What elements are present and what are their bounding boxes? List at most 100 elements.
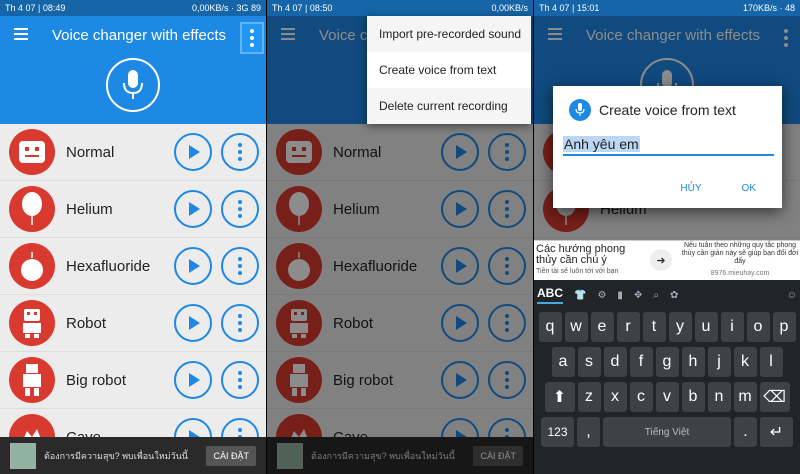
key-m[interactable]: m (733, 382, 757, 412)
feng-shui-ad[interactable]: Các hướng phong thủy cần chú ý Tiền tài … (534, 240, 800, 280)
voice-row-big-robot[interactable]: Big robot (0, 352, 266, 409)
play-icon (189, 259, 200, 273)
key-y[interactable]: y (668, 312, 692, 342)
voice-options-button[interactable] (221, 190, 259, 228)
menu-item-create-from-text[interactable]: Create voice from text (367, 52, 531, 88)
sticker-icon[interactable]: ✿ (670, 290, 678, 301)
key-j[interactable]: j (707, 347, 731, 377)
period-key[interactable]: . (734, 417, 757, 447)
key-l[interactable]: l (759, 347, 783, 377)
key-n[interactable]: n (707, 382, 731, 412)
more-vert-icon (238, 314, 242, 332)
voice-row-normal[interactable]: Normal (0, 124, 266, 181)
status-time: Th 4 07 | 15:01 (539, 3, 600, 13)
menu-item-delete-recording[interactable]: Delete current recording (367, 88, 531, 124)
selected-text: Anh yêu em (563, 136, 640, 152)
banner-link[interactable]: 8976.mieuhay.com (680, 270, 800, 277)
key-z[interactable]: z (577, 382, 601, 412)
key-d[interactable]: d (603, 347, 627, 377)
voice-options-button[interactable] (221, 133, 259, 171)
key-w[interactable]: w (564, 312, 588, 342)
balloon-icon (9, 186, 55, 232)
comma-key[interactable]: , (577, 417, 600, 447)
banner-description: Nếu tuân theo những quy tắc phong thủy c… (681, 242, 799, 265)
overflow-menu-button[interactable] (240, 22, 264, 54)
status-indicators: 170KB/s · 48 (742, 3, 795, 13)
keyboard-keys: qwertyuiop asdfghjkl ⬆ z x c v b n m ⌫ 123 , Tiế… (534, 310, 800, 447)
emoji-icon[interactable]: ☺ (787, 290, 797, 301)
play-button[interactable] (174, 304, 212, 342)
key-t[interactable]: t (642, 312, 666, 342)
backspace-icon[interactable]: ⌫ (759, 382, 790, 412)
key-u[interactable]: u (694, 312, 718, 342)
status-indicators: 0,00KB/s (491, 3, 528, 13)
key-x[interactable]: x (603, 382, 627, 412)
key-q[interactable]: q (538, 312, 562, 342)
search-icon[interactable]: ⌕ (653, 290, 659, 301)
ad-install-button[interactable]: CÀI ĐẶT (206, 445, 256, 466)
status-time: Th 4 07 | 08:50 (272, 3, 333, 13)
key-row-1: qwertyuiop (536, 312, 798, 342)
voice-options-button[interactable] (221, 361, 259, 399)
status-bar: Th 4 07 | 15:01 170KB/s · 48 (534, 0, 800, 16)
play-button[interactable] (174, 133, 212, 171)
screen-text-dialog: Th 4 07 | 15:01 170KB/s · 48 Voice chang… (534, 0, 800, 474)
key-b[interactable]: b (681, 382, 705, 412)
numbers-key[interactable]: 123 (541, 417, 574, 447)
dialog-title: Create voice from text (599, 102, 736, 118)
create-voice-dialog: Create voice from text Anh yêu em HỦY OK (553, 86, 782, 208)
play-button[interactable] (174, 247, 212, 285)
cancel-button[interactable]: HỦY (680, 183, 701, 194)
text-input[interactable]: Anh yêu em (563, 136, 774, 156)
voice-options-button[interactable] (221, 247, 259, 285)
screen-main: Th 4 07 | 08:49 0,00KB/s · 3G 89 Voice c… (0, 0, 266, 474)
voice-name: Helium (66, 200, 113, 218)
ok-button[interactable]: OK (742, 183, 756, 194)
voice-row-robot[interactable]: Robot (0, 295, 266, 352)
enter-icon[interactable]: ↵ (760, 417, 793, 447)
keyboard-toolbar: ABC 👕 ⚙ ▮ ✥ ⌕ ✿ ☺ (534, 280, 800, 310)
key-p[interactable]: p (772, 312, 796, 342)
record-button[interactable] (106, 58, 160, 112)
gear-icon[interactable]: ⚙ (597, 290, 606, 301)
ad-image (10, 442, 36, 469)
banner-title: Các hướng phong thủy cần chú ý (536, 243, 626, 266)
key-g[interactable]: g (655, 347, 679, 377)
key-v[interactable]: v (655, 382, 679, 412)
key-e[interactable]: e (590, 312, 614, 342)
play-button[interactable] (174, 361, 212, 399)
theme-icon[interactable]: 👕 (574, 290, 586, 301)
key-row-4: 123 , Tiếng Việt . ↵ (536, 417, 798, 447)
key-row-3: ⬆ z x c v b n m ⌫ (536, 382, 798, 412)
move-icon[interactable]: ✥ (634, 290, 642, 301)
more-vert-icon (238, 143, 242, 161)
voice-row-hexafluoride[interactable]: Hexafluoride (0, 238, 266, 295)
voice-name: Big robot (66, 371, 127, 389)
key-f[interactable]: f (629, 347, 653, 377)
key-a[interactable]: a (551, 347, 575, 377)
key-i[interactable]: i (720, 312, 744, 342)
shift-icon[interactable]: ⬆ (544, 382, 575, 412)
heavy-balloon-icon (9, 243, 55, 289)
banner-subtitle: Tiền tài sẽ luôn tới với bạn (536, 268, 619, 275)
soft-keyboard: ABC 👕 ⚙ ▮ ✥ ⌕ ✿ ☺ qwertyuiop asdfghjkl ⬆… (534, 280, 800, 474)
key-h[interactable]: h (681, 347, 705, 377)
menu-item-import[interactable]: Import pre-recorded sound (367, 16, 531, 52)
voice-name: Robot (66, 314, 107, 332)
clipboard-icon[interactable]: ▮ (617, 290, 623, 301)
play-button[interactable] (174, 190, 212, 228)
key-o[interactable]: o (746, 312, 770, 342)
key-c[interactable]: c (629, 382, 653, 412)
voice-row-helium[interactable]: Helium (0, 181, 266, 238)
keyboard-mode-label[interactable]: ABC (537, 286, 563, 304)
ad-banner[interactable]: ต้องการมีความสุข? พบเพื่อนใหม่วันนี้ CÀI… (0, 437, 266, 474)
key-r[interactable]: r (616, 312, 640, 342)
big-robot-icon (9, 357, 55, 403)
voice-options-button[interactable] (221, 304, 259, 342)
space-key[interactable]: Tiếng Việt (603, 417, 731, 447)
play-icon (189, 316, 200, 330)
arrow-right-icon[interactable]: ➜ (650, 249, 672, 271)
key-k[interactable]: k (733, 347, 757, 377)
key-s[interactable]: s (577, 347, 601, 377)
hamburger-menu-icon[interactable] (14, 28, 28, 40)
